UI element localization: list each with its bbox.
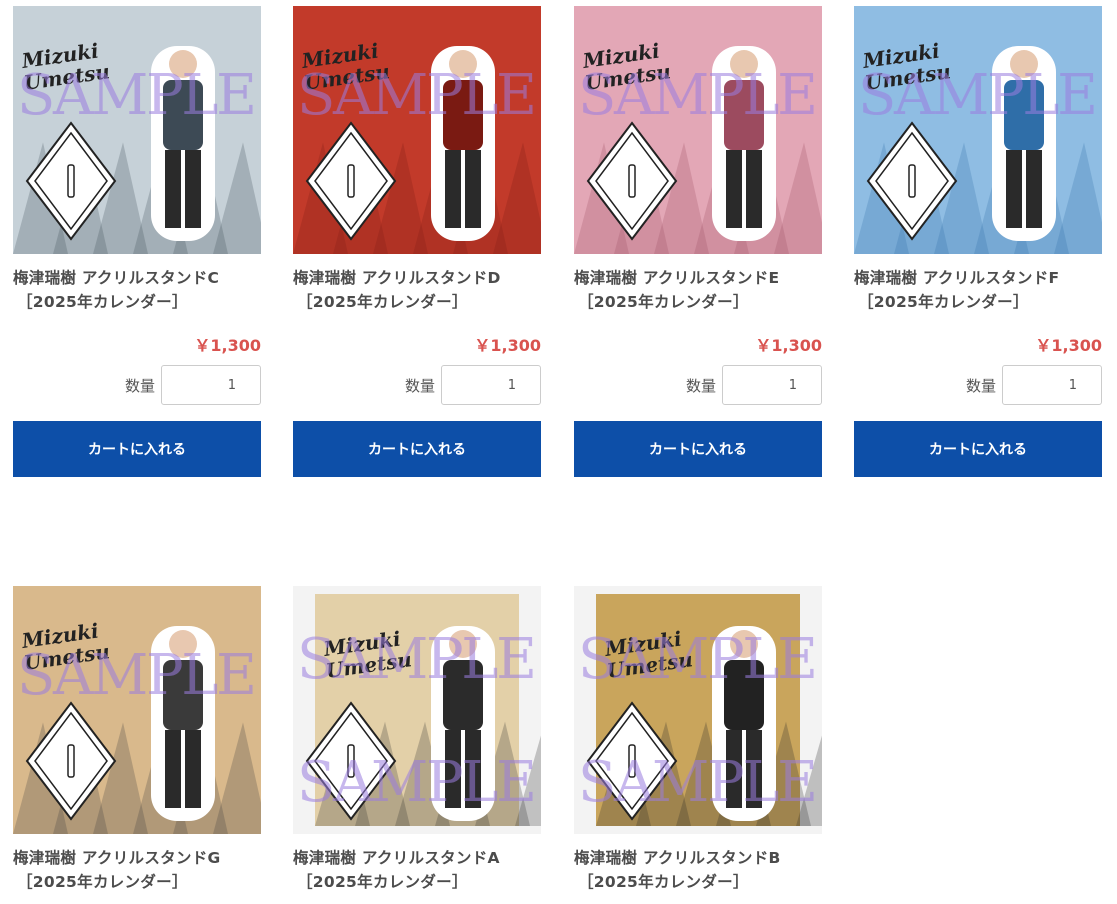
stand-illustration: MizukiUmetsuSAMPLE [574,6,822,254]
product-price: ￥1,300 [194,336,261,355]
product-title[interactable]: 梅津瑞樹 アクリルスタンドB ［2025年カレンダー］ [574,846,822,894]
product-image[interactable]: Mizuki Umetsu SAMPLE [13,586,261,834]
product-card: Mizuki Umetsu SAMPLE 梅津瑞樹 アクリルスタンドD ［2025年… [293,6,541,477]
quantity-row: 数量 [854,365,1102,405]
figure-leg [746,150,762,228]
quantity-label: 数量 [404,376,435,395]
product-category: ［2025年カレンダー］ [578,293,749,311]
product-card: Mizuki Umetsu SAMPLE 梅津瑞樹 アクリルスタンドC ［2025年… [13,6,261,477]
slot-shape [347,164,355,198]
product-title[interactable]: 梅津瑞樹 アクリルスタンドE ［2025年カレンダー］ [574,266,822,314]
product-name[interactable]: 梅津瑞樹 アクリルスタンドE [574,266,822,290]
quantity-row: 数量 [13,365,261,405]
stand-illustration: MizukiUmetsuSAMPLE [854,6,1102,254]
stand-illustration: MizukiUmetsuSAMPLE [13,586,261,834]
product-price: ￥1,300 [474,336,541,355]
product-name[interactable]: 梅津瑞樹 アクリルスタンドG [13,846,261,870]
slot-shape [908,164,916,198]
stand-illustration: MizukiUmetsuSAMPLESAMPLE [293,586,541,834]
product-category: ［2025年カレンダー］ [297,873,468,891]
product-title[interactable]: 梅津瑞樹 アクリルスタンドC ［2025年カレンダー］ [13,266,261,314]
product-category: ［2025年カレンダー］ [578,873,749,891]
figure-leg [1006,150,1022,228]
quantity-row: 数量 [574,365,822,405]
product-card: Mizuki Umetsu SAMPLE SAMPLE 梅津瑞樹 アクリルスタンドB … [574,586,822,894]
product-image[interactable]: Mizuki Umetsu SAMPLE [854,6,1102,254]
product-image[interactable]: Mizuki Umetsu SAMPLE [13,6,261,254]
slot-shape [628,164,636,198]
figure-leg [185,730,201,808]
slot-shape [67,744,75,778]
sample-watermark: SAMPLE [297,750,537,815]
product-category: ［2025年カレンダー］ [297,293,468,311]
quantity-row: 数量 [293,365,541,405]
slot-shape [67,164,75,198]
product-name[interactable]: 梅津瑞樹 アクリルスタンドF [854,266,1102,290]
sample-watermark: SAMPLE [578,63,818,128]
quantity-input[interactable] [722,365,822,405]
product-title[interactable]: 梅津瑞樹 アクリルスタンドA ［2025年カレンダー］ [293,846,541,894]
product-image[interactable]: Mizuki Umetsu SAMPLE SAMPLE [293,586,541,834]
add-to-cart-button[interactable]: カートに入れる [293,421,541,477]
stand-illustration: MizukiUmetsuSAMPLESAMPLE [574,586,822,834]
quantity-input[interactable] [1002,365,1102,405]
figure-leg [1026,150,1042,228]
stand-illustration: MizukiUmetsuSAMPLE [293,6,541,254]
add-to-cart-button[interactable]: カートに入れる [854,421,1102,477]
product-card: Mizuki Umetsu SAMPLE 梅津瑞樹 アクリルスタンドG ［2025年… [13,586,261,894]
product-image[interactable]: Mizuki Umetsu SAMPLE [574,6,822,254]
quantity-input[interactable] [161,365,261,405]
product-title[interactable]: 梅津瑞樹 アクリルスタンドG ［2025年カレンダー］ [13,846,261,894]
product-category: ［2025年カレンダー］ [17,293,188,311]
product-name[interactable]: 梅津瑞樹 アクリルスタンドD [293,266,541,290]
figure-leg [726,150,742,228]
product-title[interactable]: 梅津瑞樹 アクリルスタンドD ［2025年カレンダー］ [293,266,541,314]
figure-leg [445,150,461,228]
add-to-cart-button[interactable]: カートに入れる [13,421,261,477]
product-card: Mizuki Umetsu SAMPLE 梅津瑞樹 アクリルスタンドF ［2025年… [854,6,1102,477]
product-card: Mizuki Umetsu SAMPLE SAMPLE 梅津瑞樹 アクリルスタンドA … [293,586,541,894]
quantity-label: 数量 [685,376,716,395]
product-image[interactable]: Mizuki Umetsu SAMPLE SAMPLE [574,586,822,834]
figure-leg [465,150,481,228]
stand-illustration: MizukiUmetsuSAMPLE [13,6,261,254]
product-category: ［2025年カレンダー］ [17,873,188,891]
sample-watermark: SAMPLE [297,627,537,692]
product-name[interactable]: 梅津瑞樹 アクリルスタンドC [13,266,261,290]
product-price: ￥1,300 [755,336,822,355]
figure-leg [165,150,181,228]
product-card: Mizuki Umetsu SAMPLE 梅津瑞樹 アクリルスタンドE ［2025年… [574,6,822,477]
sample-watermark: SAMPLE [578,750,818,815]
sample-watermark: SAMPLE [17,63,257,128]
product-grid: Mizuki Umetsu SAMPLE 梅津瑞樹 アクリルスタンドC ［2025年… [0,0,1117,904]
figure-leg [165,730,181,808]
figure-leg [185,150,201,228]
product-image[interactable]: Mizuki Umetsu SAMPLE [293,6,541,254]
sample-watermark: SAMPLE [578,627,818,692]
sample-watermark: SAMPLE [297,63,537,128]
quantity-input[interactable] [441,365,541,405]
quantity-label: 数量 [124,376,155,395]
quantity-label: 数量 [965,376,996,395]
sample-watermark: SAMPLE [17,643,257,708]
product-category: ［2025年カレンダー］ [858,293,1029,311]
sample-watermark: SAMPLE [858,63,1098,128]
product-name[interactable]: 梅津瑞樹 アクリルスタンドA [293,846,541,870]
product-name[interactable]: 梅津瑞樹 アクリルスタンドB [574,846,822,870]
product-price: ￥1,300 [1035,336,1102,355]
product-title[interactable]: 梅津瑞樹 アクリルスタンドF ［2025年カレンダー］ [854,266,1102,314]
add-to-cart-button[interactable]: カートに入れる [574,421,822,477]
